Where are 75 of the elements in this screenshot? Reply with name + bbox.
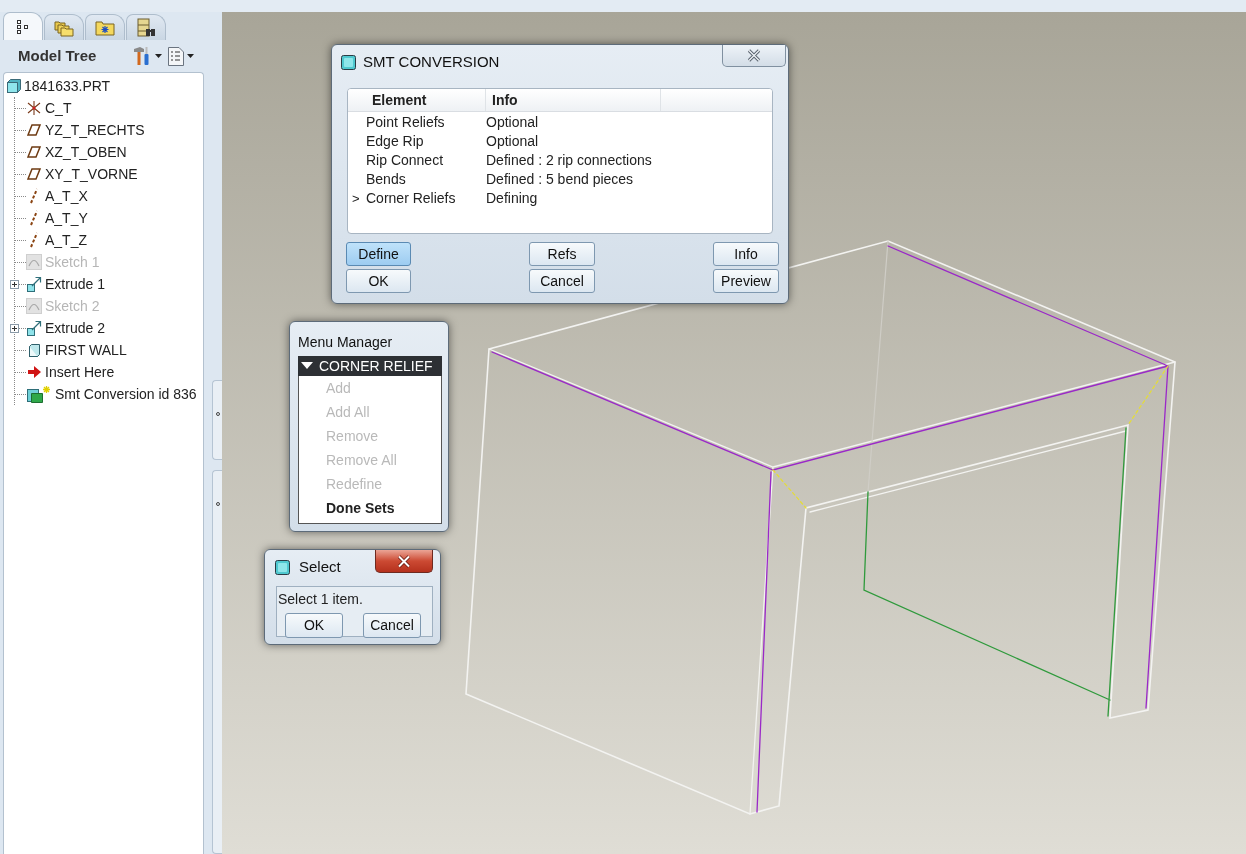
tree-item[interactable]: A_T_X: [45, 185, 88, 207]
column-header[interactable]: Element: [366, 89, 427, 111]
dialog-button[interactable]: Cancel: [529, 269, 595, 293]
arrow-icon: [26, 364, 42, 380]
dialog-button[interactable]: Refs: [529, 242, 595, 266]
expand-icon[interactable]: [10, 323, 19, 333]
table-cell[interactable]: Rip Connect: [366, 152, 444, 168]
caret-icon: [155, 54, 162, 58]
tree-item[interactable]: C_T: [45, 97, 72, 119]
prompt-text: Select 1 item.: [278, 590, 364, 609]
menu-header[interactable]: CORNER RELIEF: [298, 356, 442, 376]
close-icon: [746, 49, 762, 62]
tree-item[interactable]: 1841633.PRT: [24, 75, 111, 97]
box-icon: [26, 342, 42, 358]
table-cell: Defining: [486, 190, 538, 206]
table-cell: Optional: [486, 133, 539, 149]
cube-icon: [7, 79, 21, 93]
dialog-button[interactable]: Info: [713, 242, 779, 266]
dialog-button[interactable]: Preview: [713, 269, 779, 293]
sketch-icon: [26, 254, 42, 270]
sheet-metal-icon: [26, 385, 52, 403]
menu-item[interactable]: Done Sets: [299, 496, 441, 520]
plane-icon: [26, 166, 42, 182]
tree-item[interactable]: YZ_T_RECHTS: [45, 119, 145, 141]
plane-icon: [26, 122, 42, 138]
dialog-button[interactable]: OK: [346, 269, 411, 293]
close-icon: [396, 554, 412, 568]
tree-item[interactable]: A_T_Y: [45, 207, 88, 229]
table-cell[interactable]: Point Reliefs: [366, 114, 445, 130]
tree-item[interactable]: XY_T_VORNE: [45, 163, 138, 185]
row-pointer: >: [351, 191, 360, 206]
display-menu-button[interactable]: [168, 46, 194, 66]
plane-icon: [26, 144, 42, 160]
extrude-icon: [26, 276, 42, 292]
cube-icon: [275, 559, 290, 575]
panel-tab[interactable]: [126, 14, 166, 40]
tree-item[interactable]: A_T_Z: [45, 229, 87, 251]
dialog-button[interactable]: OK: [285, 613, 343, 638]
splitter-handle[interactable]: [212, 470, 222, 854]
panel-tab[interactable]: [3, 12, 43, 40]
table-cell: Optional: [486, 114, 539, 130]
column-header[interactable]: Info: [486, 89, 518, 111]
tree-item[interactable]: Extrude 2: [45, 317, 105, 339]
list-icon: [168, 46, 184, 66]
tree-item[interactable]: XZ_T_OBEN: [45, 141, 127, 163]
tree-item[interactable]: Smt Conversion id 836: [55, 383, 197, 405]
caret-icon: [187, 54, 194, 58]
table-cell: Defined : 2 rip connections: [486, 152, 652, 168]
cube-icon: [341, 54, 356, 70]
tree-item[interactable]: Extrude 1: [45, 273, 105, 295]
dialog-button[interactable]: Cancel: [363, 613, 421, 638]
dialog-title: Select: [299, 556, 341, 577]
table-cell[interactable]: Bends: [366, 171, 406, 187]
cabinet-icon: [136, 17, 156, 38]
dialog-button[interactable]: Define: [346, 242, 411, 266]
sketch-icon: [26, 298, 42, 314]
table-cell[interactable]: Corner Reliefs: [366, 190, 456, 206]
menu-title: Menu Manager: [298, 334, 393, 350]
close-button[interactable]: [375, 550, 433, 573]
tools-menu-button[interactable]: [132, 46, 162, 66]
tree-item[interactable]: FIRST WALL: [45, 339, 127, 361]
panel-title: Model Tree: [18, 45, 98, 66]
tools-icon: [132, 46, 152, 66]
extrude-icon: [26, 320, 42, 336]
tree-icon: [15, 18, 31, 35]
folders-icon: [54, 18, 74, 37]
folder-icon: [95, 19, 115, 36]
splitter-handle[interactable]: [212, 380, 222, 460]
table-cell[interactable]: Edge Rip: [366, 133, 424, 149]
dialog-title: SMT CONVERSION: [363, 51, 500, 72]
triangle-icon: [301, 362, 313, 370]
tree-item[interactable]: Insert Here: [45, 361, 115, 383]
expand-icon[interactable]: [10, 279, 19, 289]
axes-icon: [26, 100, 42, 116]
table-cell: Defined : 5 bend pieces: [486, 171, 634, 187]
